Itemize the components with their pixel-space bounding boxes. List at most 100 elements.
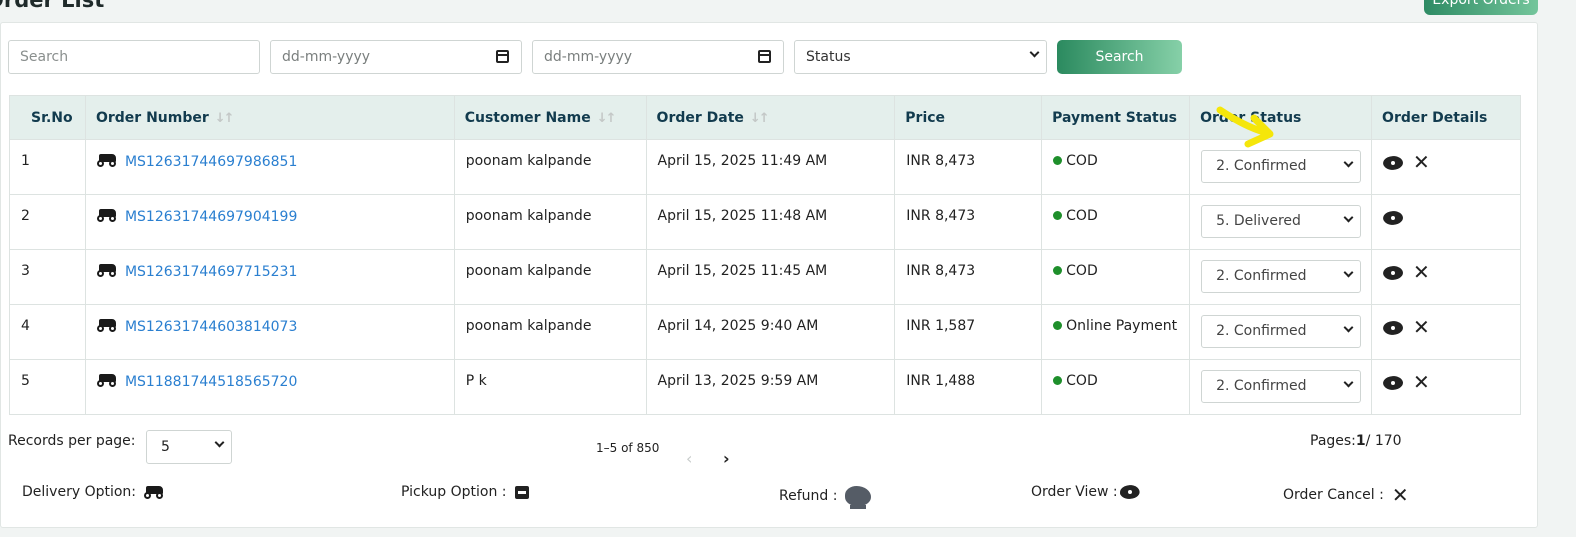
records-per-page-label: Records per page:: [8, 433, 136, 449]
orders-table: Sr.No Order Number ↓↑ Customer Name ↓↑ Ord…: [9, 95, 1521, 415]
legend-pickup-label: Pickup Option :: [401, 484, 507, 500]
cell-srno: 3: [9, 249, 86, 305]
eye-icon[interactable]: [1383, 156, 1404, 170]
cell-order-status: 2. Confirmed: [1189, 304, 1373, 360]
order-status-select[interactable]: 2. Confirmed: [1201, 260, 1362, 293]
highlight-arrow-icon: [1216, 106, 1274, 148]
order-status-select[interactable]: 5. Delivered: [1201, 205, 1362, 238]
order-number-link[interactable]: MS12631744697904199: [125, 209, 297, 225]
prev-page-icon[interactable]: ‹: [686, 449, 692, 468]
close-icon: ✕: [1391, 483, 1409, 507]
order-number-link[interactable]: MS12631744697986851: [125, 154, 297, 170]
legend-delivery-label: Delivery Option:: [22, 484, 137, 500]
cell-payment: COD: [1041, 139, 1191, 195]
cell-price: INR 1,587: [894, 304, 1043, 360]
cell-order-number: MS12631744603814073: [84, 304, 455, 360]
calendar-icon[interactable]: [496, 50, 509, 63]
chevron-down-icon: [1029, 47, 1040, 58]
header-customer-name[interactable]: Customer Name ↓↑: [453, 95, 647, 140]
legend-refund: Refund :: [779, 486, 872, 509]
cell-customer: poonam kalpande: [453, 139, 647, 195]
close-icon[interactable]: ✕: [1413, 262, 1430, 282]
delivery-truck-icon: [96, 373, 119, 387]
date-from-field[interactable]: dd-mm-yyyy: [270, 40, 522, 74]
status-dot-icon: [1053, 266, 1063, 275]
chevron-down-icon: [1343, 322, 1354, 333]
close-icon[interactable]: ✕: [1413, 372, 1430, 392]
eye-icon[interactable]: [1383, 376, 1404, 390]
search-button[interactable]: Search: [1057, 40, 1182, 74]
export-orders-button[interactable]: Export Orders: [1424, 0, 1538, 15]
cell-order-status: 5. Delivered: [1189, 194, 1373, 250]
cell-date: April 15, 2025 11:45 AM: [645, 249, 896, 305]
legend-cancel-label: Order Cancel :: [1283, 487, 1384, 503]
header-order-date-label: Order Date: [656, 109, 744, 126]
cell-customer: poonam kalpande: [453, 304, 647, 360]
order-status-select[interactable]: 2. Confirmed: [1201, 370, 1362, 403]
cell-customer: poonam kalpande: [453, 249, 647, 305]
order-number-link[interactable]: MS12631744697715231: [125, 264, 297, 280]
cell-srno: 5: [9, 359, 86, 415]
cell-price: INR 8,473: [894, 139, 1043, 195]
legend-delivery: Delivery Option:: [22, 484, 172, 500]
order-number-link[interactable]: MS12631744603814073: [125, 319, 297, 335]
cell-price: INR 8,473: [894, 194, 1043, 250]
order-status-value: 5. Delivered: [1216, 213, 1301, 229]
sort-icon[interactable]: ↓↑: [750, 111, 770, 126]
next-page-icon[interactable]: ›: [723, 449, 730, 468]
calendar-icon[interactable]: [758, 50, 771, 63]
piggy-bank-icon: [845, 486, 872, 509]
delivery-truck-icon: [96, 153, 119, 167]
chevron-down-icon: [1343, 212, 1354, 223]
sort-icon[interactable]: ↓↑: [597, 111, 617, 126]
table-row: 3 MS12631744697715231 poonam kalpande Ap…: [9, 249, 1521, 305]
table-row: 4 MS12631744603814073 poonam kalpande Ap…: [9, 304, 1521, 360]
status-dot-icon: [1053, 376, 1063, 385]
close-icon[interactable]: ✕: [1413, 317, 1430, 337]
cell-srno: 2: [9, 194, 86, 250]
eye-icon[interactable]: [1383, 321, 1404, 335]
header-order-date[interactable]: Order Date ↓↑: [645, 95, 896, 140]
header-order-number[interactable]: Order Number ↓↑: [84, 95, 455, 140]
cell-details: ✕: [1371, 304, 1521, 360]
legend-cancel: Order Cancel : ✕: [1283, 483, 1409, 507]
header-order-details: Order Details: [1371, 95, 1521, 140]
status-select-value: Status: [806, 49, 851, 65]
cell-srno: 4: [9, 304, 86, 360]
table-header-row: Sr.No Order Number ↓↑ Customer Name ↓↑ Ord…: [9, 95, 1521, 140]
order-status-value: 2. Confirmed: [1216, 158, 1307, 174]
chevron-down-icon: [1343, 377, 1354, 388]
delivery-truck-icon: [96, 318, 119, 332]
cell-details: [1371, 194, 1521, 250]
header-price: Price: [894, 95, 1043, 140]
order-status-value: 2. Confirmed: [1216, 268, 1307, 284]
close-icon[interactable]: ✕: [1413, 152, 1430, 172]
cell-order-number: MS12631744697986851: [84, 139, 455, 195]
date-to-field[interactable]: dd-mm-yyyy: [532, 40, 784, 74]
cell-order-number: MS12631744697715231: [84, 249, 455, 305]
legend-pickup: Pickup Option :: [401, 484, 529, 500]
date-to-placeholder: dd-mm-yyyy: [544, 49, 633, 65]
sort-icon[interactable]: ↓↑: [215, 111, 235, 126]
chevron-down-icon: [1343, 267, 1354, 278]
order-status-select[interactable]: 2. Confirmed: [1201, 315, 1362, 348]
scrollbar-area: [1551, 0, 1576, 537]
cell-order-status: 2. Confirmed: [1189, 359, 1373, 415]
records-per-page-select[interactable]: 5: [146, 430, 232, 464]
table-row: 1 MS12631744697986851 poonam kalpande Ap…: [9, 139, 1521, 195]
date-from-placeholder: dd-mm-yyyy: [282, 49, 371, 65]
status-dot-icon: [1053, 156, 1063, 165]
delivery-truck-icon: [96, 208, 119, 222]
header-customer-name-label: Customer Name: [464, 109, 591, 126]
status-select[interactable]: Status: [794, 40, 1047, 74]
eye-icon: [1119, 485, 1140, 499]
page-title: Order List: [0, 0, 105, 12]
cell-customer: poonam kalpande: [453, 194, 647, 250]
order-number-link[interactable]: MS11881744518565720: [125, 374, 297, 390]
legend-refund-label: Refund :: [779, 488, 838, 504]
eye-icon[interactable]: [1383, 266, 1404, 280]
order-status-select[interactable]: 2. Confirmed: [1201, 150, 1362, 183]
eye-icon[interactable]: [1383, 211, 1404, 225]
cell-date: April 14, 2025 9:40 AM: [645, 304, 896, 360]
search-input[interactable]: [8, 40, 260, 74]
